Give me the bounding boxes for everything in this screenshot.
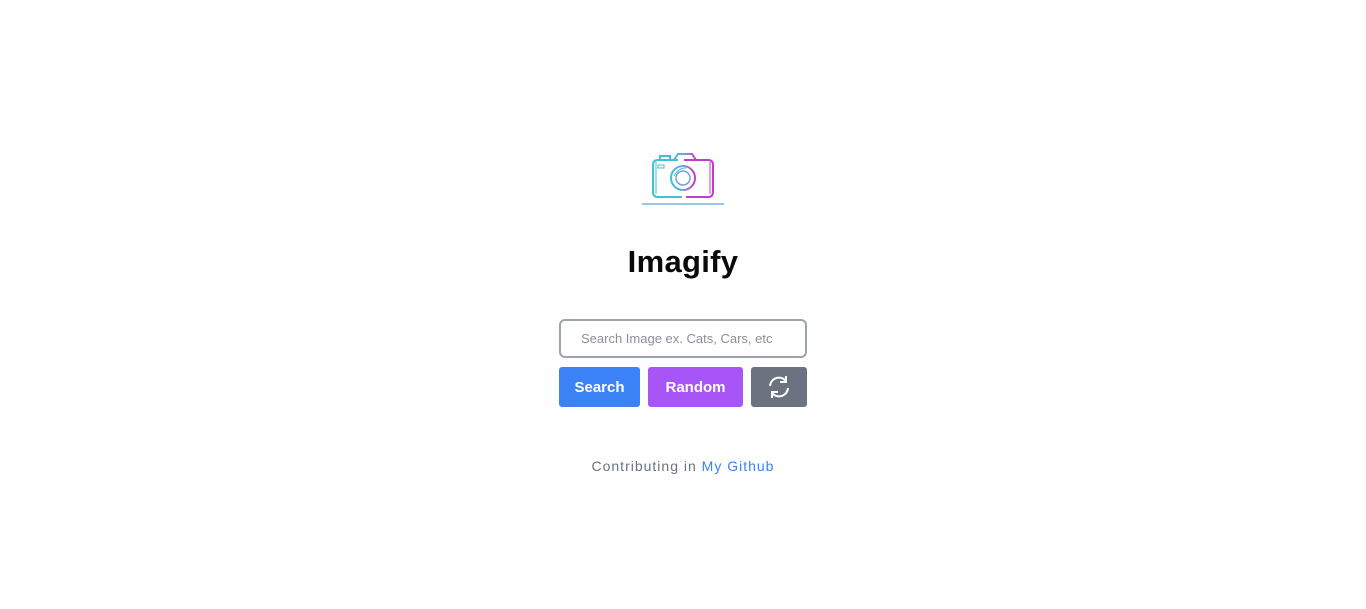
search-input[interactable] bbox=[559, 319, 807, 358]
camera-icon bbox=[638, 150, 728, 210]
footer: Contributing in My Github bbox=[0, 456, 1366, 476]
refresh-button[interactable] bbox=[751, 367, 807, 407]
page: Imagify Search Random Contributing in My… bbox=[0, 0, 1366, 609]
footer-text: Contributing in bbox=[591, 458, 697, 474]
search-button[interactable]: Search bbox=[559, 367, 640, 407]
refresh-icon bbox=[769, 376, 789, 398]
github-link[interactable]: My Github bbox=[702, 458, 775, 474]
random-button[interactable]: Random bbox=[648, 367, 743, 407]
app-title: Imagify bbox=[627, 244, 739, 279]
